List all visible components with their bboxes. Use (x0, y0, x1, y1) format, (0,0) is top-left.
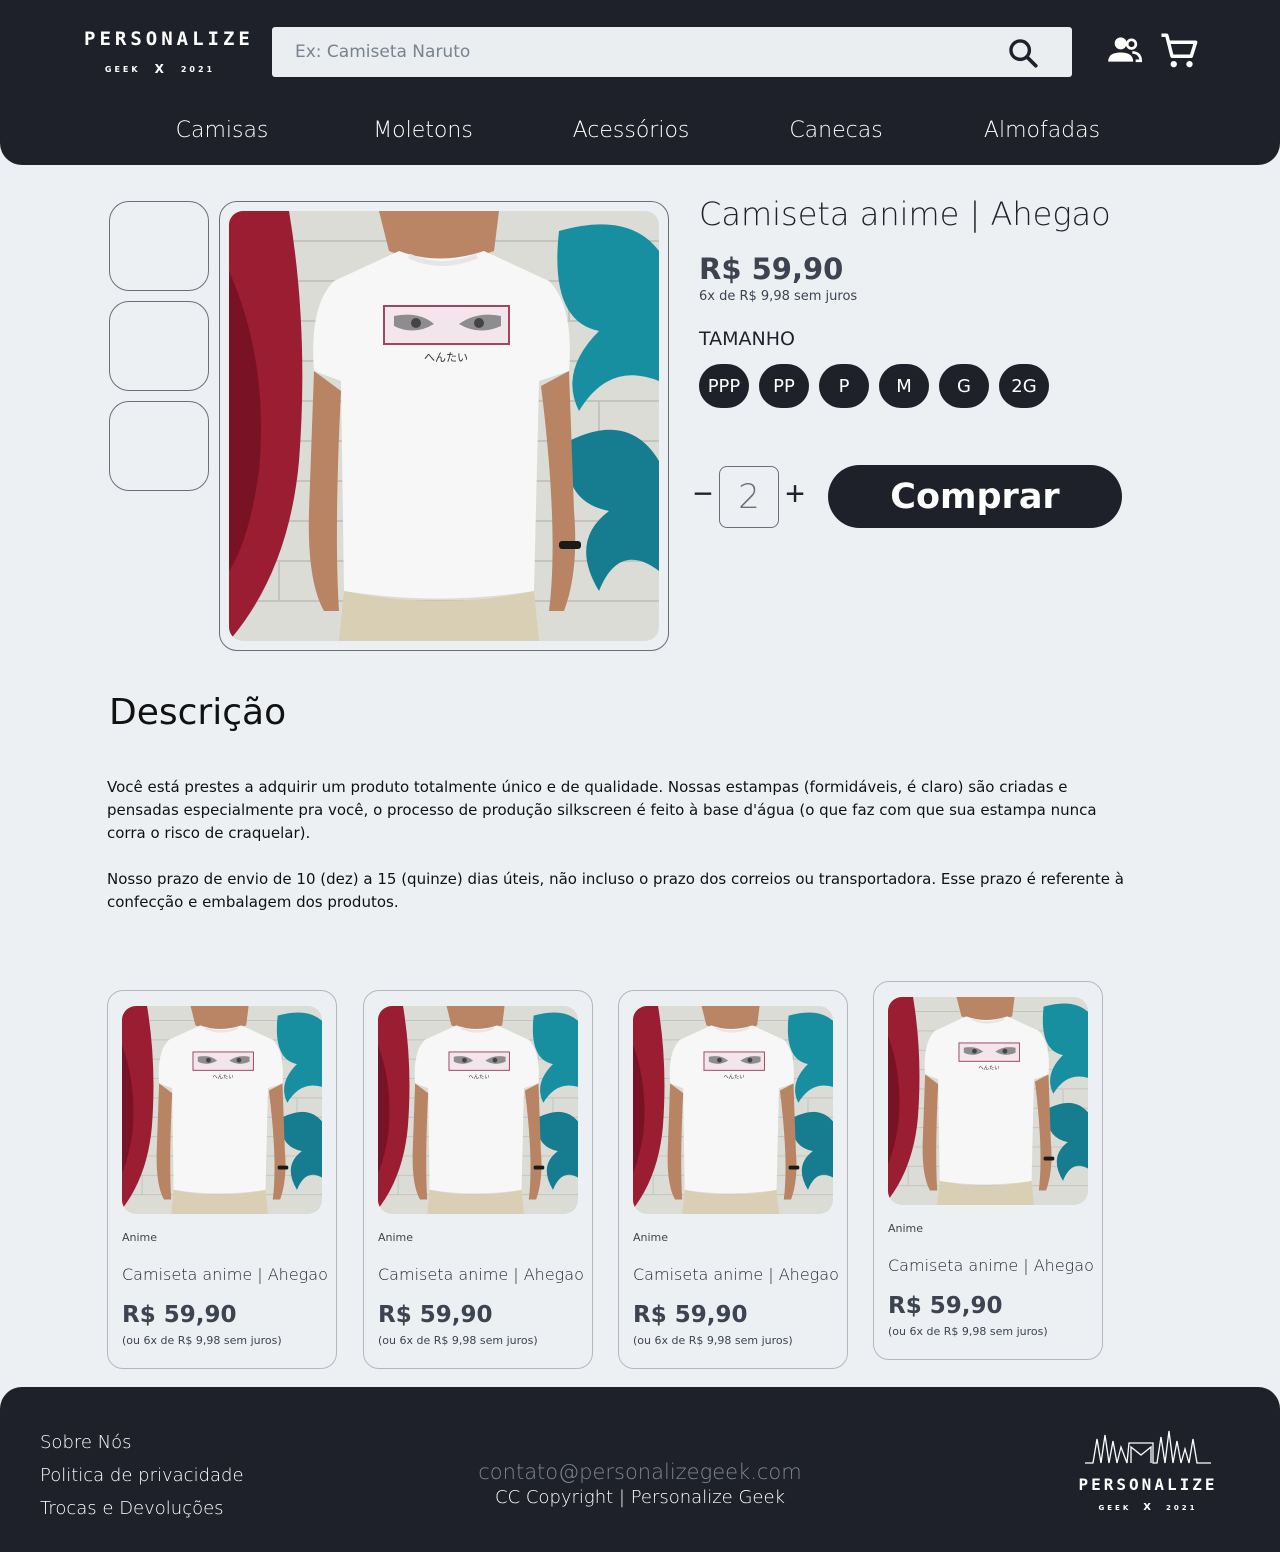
site-footer: Sobre Nós Politica de privacidade Trocas… (0, 1387, 1280, 1552)
product-card[interactable]: Anime Camiseta anime | Ahegao R$ 59,90 (… (618, 990, 848, 1369)
gallery-thumbnail-2[interactable] (109, 301, 209, 391)
product-card-category: Anime (888, 1222, 924, 1235)
product-price: R$ 59,90 (699, 252, 844, 286)
footer-link-about[interactable]: Sobre Nós (40, 1432, 132, 1453)
size-options: PPP PP P M G 2G (699, 364, 1049, 408)
product-card-image (888, 997, 1088, 1205)
skyline-logo-icon (1085, 1430, 1211, 1464)
user-group-icon[interactable] (1104, 30, 1144, 70)
footer-logo-wordmark: PERSONALIZE (1078, 1475, 1218, 1494)
quantity-increase-button[interactable]: + (782, 474, 808, 514)
logo-tag-right: 2021 (180, 64, 216, 74)
size-option-ppp[interactable]: PPP (699, 364, 749, 408)
product-card-image (633, 1006, 833, 1214)
product-card-installments: (ou 6x de R$ 9,98 sem juros) (122, 1334, 282, 1347)
nav-item-canecas[interactable]: Canecas (789, 118, 882, 143)
logo-tag-x: X (154, 62, 167, 76)
product-card-image (378, 1006, 578, 1214)
gallery-thumbnail-3[interactable] (109, 401, 209, 491)
product-card-installments: (ou 6x de R$ 9,98 sem juros) (378, 1334, 538, 1347)
nav-item-camisas[interactable]: Camisas (176, 118, 269, 143)
description-paragraph-2: Nosso prazo de envio de 10 (dez) a 15 (q… (107, 870, 1124, 911)
product-image-frame (219, 201, 669, 651)
buy-button[interactable]: Comprar (828, 465, 1122, 528)
logo-tagline: GEEK X 2021 (84, 62, 236, 76)
size-option-p[interactable]: P (819, 364, 869, 408)
size-option-g[interactable]: G (939, 364, 989, 408)
footer-logo-tag-x: X (1143, 1502, 1154, 1513)
product-installments: 6x de R$ 9,98 sem juros (699, 289, 858, 304)
logo-tag-left: GEEK (104, 64, 141, 74)
product-card-category: Anime (378, 1231, 414, 1244)
footer-logo-tag-right: 2021 (1165, 1503, 1198, 1512)
size-option-pp[interactable]: PP (759, 364, 809, 408)
product-card-installments: (ou 6x de R$ 9,98 sem juros) (633, 1334, 793, 1347)
description-title: Descrição (109, 692, 287, 733)
footer-logo: PERSONALIZE GEEK X 2021 (1078, 1427, 1218, 1513)
quantity-input[interactable] (719, 466, 779, 528)
cart-icon[interactable] (1158, 30, 1200, 72)
nav-item-moletons[interactable]: Moletons (373, 118, 473, 143)
footer-logo-tagline: GEEK X 2021 (1078, 1502, 1218, 1513)
nav-item-acessorios[interactable]: Acessórios (573, 118, 690, 143)
size-label: TAMANHO (699, 328, 795, 350)
site-header: PERSONALIZE GEEK X 2021 Camisas Moletons… (0, 0, 1280, 165)
nav-item-almofadas[interactable]: Almofadas (984, 118, 1100, 143)
product-card[interactable]: Anime Camiseta anime | Ahegao R$ 59,90 (… (873, 981, 1103, 1360)
site-logo[interactable]: PERSONALIZE GEEK X 2021 (84, 28, 254, 76)
size-option-2g[interactable]: 2G (999, 364, 1049, 408)
product-main-image (229, 211, 659, 641)
search-input[interactable] (272, 27, 992, 77)
product-card-category: Anime (122, 1231, 158, 1244)
product-card-price: R$ 59,90 (888, 1293, 1003, 1319)
product-card-name: Camiseta anime | Ahegao (633, 1265, 839, 1284)
description-paragraph-1: Você está prestes a adquirir um produto … (107, 778, 1097, 842)
product-card-price: R$ 59,90 (378, 1302, 493, 1328)
product-card-price: R$ 59,90 (122, 1302, 237, 1328)
search-icon[interactable] (1006, 36, 1040, 70)
product-card[interactable]: Anime Camiseta anime | Ahegao R$ 59,90 (… (107, 990, 337, 1369)
gallery-thumbnail-1[interactable] (109, 201, 209, 291)
footer-logo-tag-left: GEEK (1098, 1503, 1132, 1512)
product-card-category: Anime (633, 1231, 669, 1244)
search-bar (272, 27, 1072, 77)
product-card-image (122, 1006, 322, 1214)
product-card-name: Camiseta anime | Ahegao (888, 1256, 1094, 1275)
product-card-name: Camiseta anime | Ahegao (122, 1265, 328, 1284)
main-nav: Camisas Moletons Acessórios Canecas Almo… (0, 118, 1280, 152)
size-option-m[interactable]: M (879, 364, 929, 408)
quantity-decrease-button[interactable]: − (690, 474, 716, 514)
product-title: Camiseta anime | Ahegao (699, 195, 1111, 233)
product-card-price: R$ 59,90 (633, 1302, 748, 1328)
product-card[interactable]: Anime Camiseta anime | Ahegao R$ 59,90 (… (363, 990, 593, 1369)
logo-wordmark: PERSONALIZE (84, 28, 254, 50)
product-card-installments: (ou 6x de R$ 9,98 sem juros) (888, 1325, 1048, 1338)
product-card-name: Camiseta anime | Ahegao (378, 1265, 584, 1284)
